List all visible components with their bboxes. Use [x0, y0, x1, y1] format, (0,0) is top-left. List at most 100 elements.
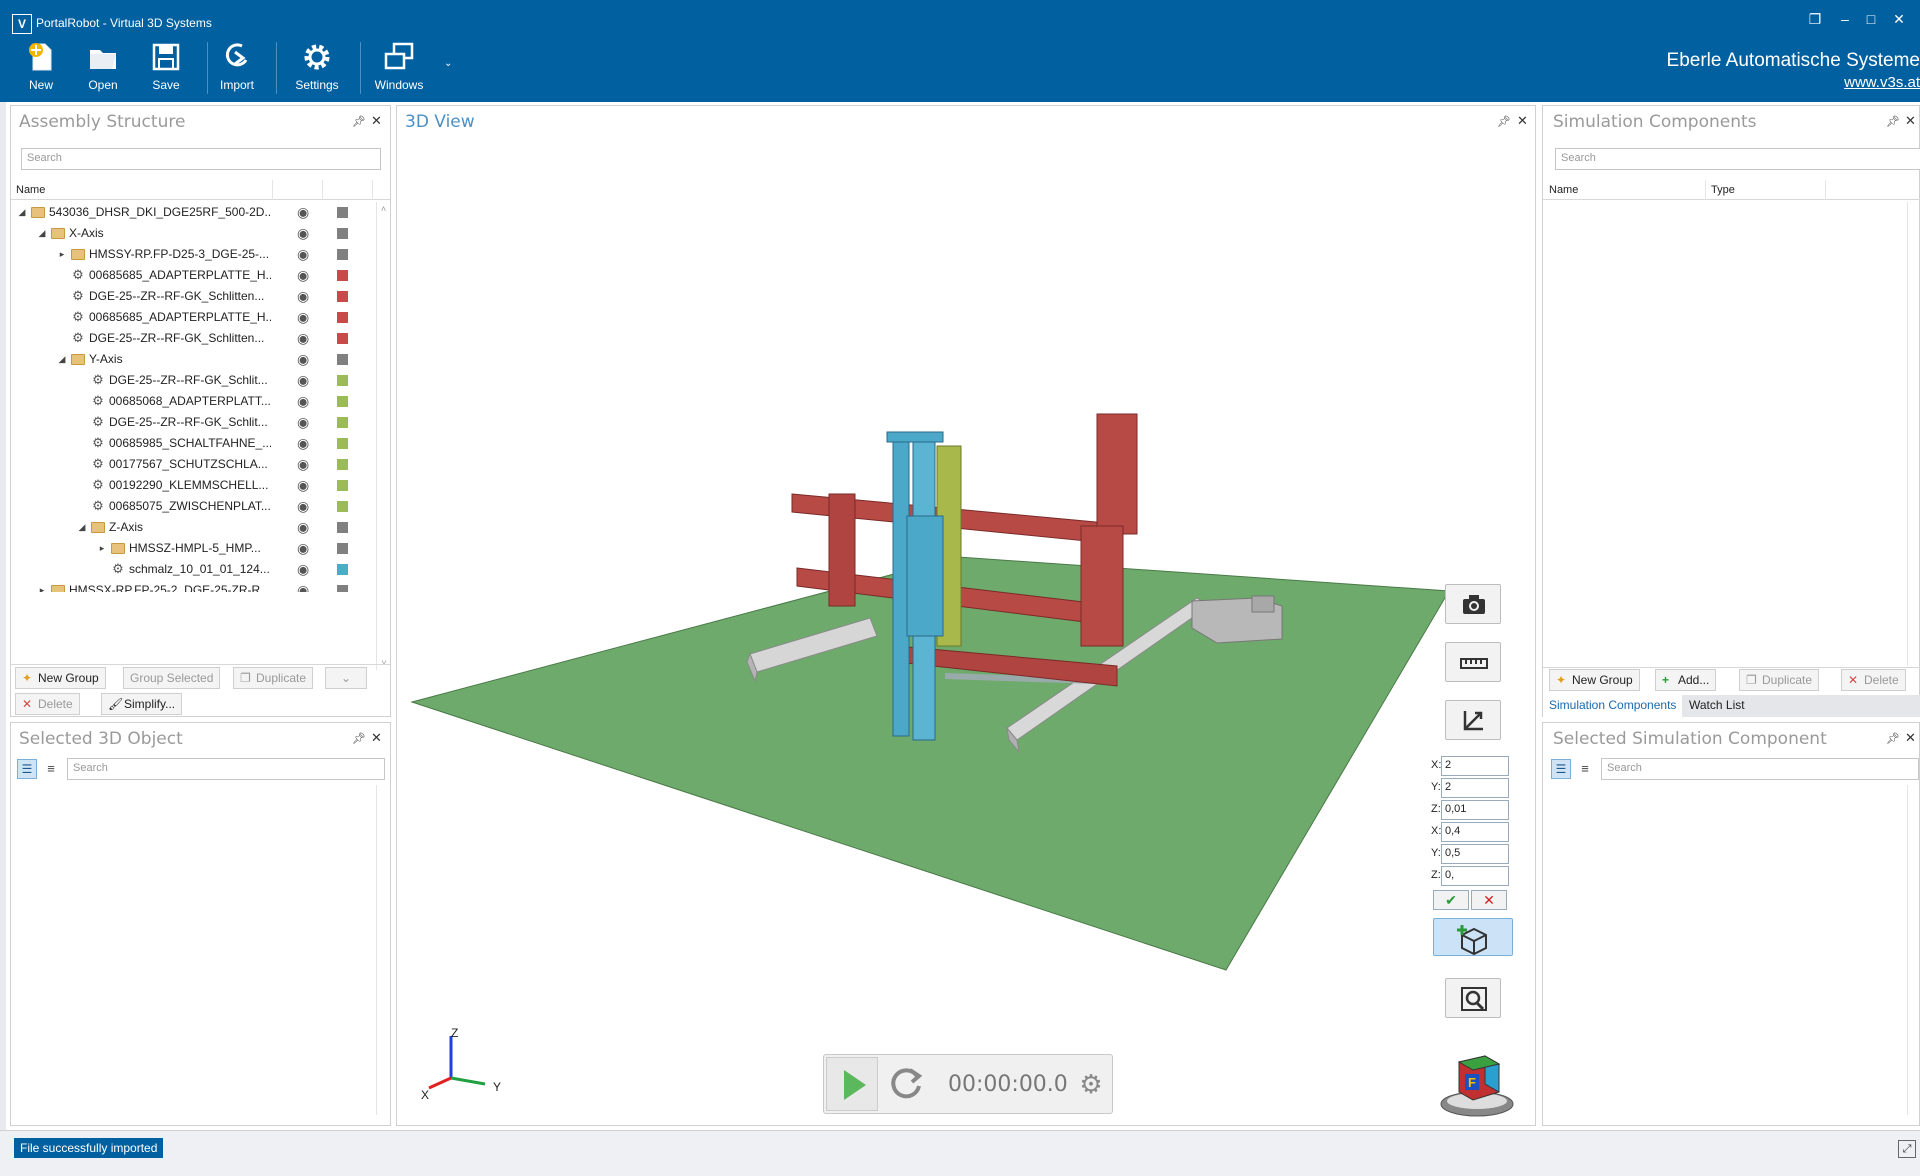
- visibility-eye-icon[interactable]: ◉: [297, 265, 309, 286]
- visibility-eye-icon[interactable]: ◉: [297, 391, 309, 412]
- close-panel-icon[interactable]: ✕: [1905, 113, 1916, 129]
- expand-arrow-icon[interactable]: ▸: [37, 580, 47, 592]
- add-component-button[interactable]: [1433, 918, 1513, 956]
- collapse-arrow-icon[interactable]: ◢: [37, 223, 47, 244]
- pin-icon[interactable]: 📌︎: [352, 115, 366, 128]
- column-header-type[interactable]: Type: [1711, 184, 1735, 196]
- close-panel-icon[interactable]: ✕: [371, 730, 382, 746]
- tree-row[interactable]: ⚙ 00685075_ZWISCHENPLAT... ◉: [11, 496, 381, 517]
- list-view-icon[interactable]: ≡: [1575, 759, 1595, 779]
- visibility-eye-icon[interactable]: ◉: [297, 454, 309, 475]
- tree-row[interactable]: ▸ HMSSX-RP.FP-25-2_DGE-25-ZR-R... ◉: [11, 580, 381, 592]
- color-swatch[interactable]: [337, 522, 348, 533]
- new-group-button[interactable]: ✦ New Group: [1549, 669, 1640, 691]
- visibility-eye-icon[interactable]: ◉: [297, 286, 309, 307]
- categorized-view-icon[interactable]: ☰: [1551, 759, 1571, 779]
- color-swatch[interactable]: [337, 459, 348, 470]
- tree-row[interactable]: ⚙ 00192290_KLEMMSCHELL... ◉: [11, 475, 381, 496]
- tree-row[interactable]: ⚙ DGE-25--ZR--RF-GK_Schlitten... ◉: [11, 328, 381, 349]
- coord-input[interactable]: 0,: [1441, 866, 1509, 886]
- properties-scrollbar[interactable]: [1907, 785, 1920, 1115]
- tree-row[interactable]: ⚙ 00685068_ADAPTERPLATT... ◉: [11, 391, 381, 412]
- tree-scrollbar[interactable]: ˄ ˅: [376, 202, 390, 670]
- assembly-search-input[interactable]: Search: [21, 148, 381, 170]
- tree-row[interactable]: ▸ HMSSZ-HMPL-5_HMP... ◉: [11, 538, 381, 559]
- expand-arrow-icon[interactable]: ▸: [57, 244, 67, 265]
- visibility-eye-icon[interactable]: ◉: [297, 307, 309, 328]
- column-header-name[interactable]: Name: [1549, 184, 1578, 196]
- color-swatch[interactable]: [337, 270, 348, 281]
- more-dropdown[interactable]: ⌄: [325, 667, 367, 689]
- color-swatch[interactable]: [337, 417, 348, 428]
- new-group-button[interactable]: ✦ New Group: [15, 667, 106, 689]
- color-swatch[interactable]: [337, 207, 348, 218]
- cancel-x-icon[interactable]: ✕: [1471, 890, 1507, 910]
- confirm-check-icon[interactable]: ✔: [1433, 890, 1469, 910]
- import-button[interactable]: Import: [202, 40, 272, 98]
- color-swatch[interactable]: [337, 333, 348, 344]
- duplicate-button[interactable]: ❐ Duplicate: [1739, 669, 1820, 691]
- scroll-up-icon[interactable]: ˄: [377, 204, 390, 214]
- visibility-eye-icon[interactable]: ◉: [297, 475, 309, 496]
- simplify-button[interactable]: 🖌︎Simplify...: [101, 693, 183, 715]
- visibility-eye-icon[interactable]: ◉: [297, 538, 309, 559]
- pin-icon[interactable]: 📌︎: [1886, 732, 1900, 745]
- website-link[interactable]: www.v3s.at: [1844, 74, 1920, 91]
- visibility-eye-icon[interactable]: ◉: [297, 580, 309, 592]
- delete-button[interactable]: ✕ Delete: [1841, 669, 1906, 691]
- settings-button[interactable]: Settings: [282, 40, 352, 98]
- play-button[interactable]: [826, 1057, 878, 1111]
- tab-simulation-components[interactable]: Simulation Components: [1543, 695, 1683, 717]
- reset-button[interactable]: [880, 1057, 932, 1111]
- maximize-icon[interactable]: □: [1856, 8, 1886, 30]
- tab-watch-list[interactable]: Watch List: [1683, 695, 1751, 717]
- color-swatch[interactable]: [337, 438, 348, 449]
- windows-button[interactable]: Windows: [364, 40, 434, 98]
- axes-button[interactable]: [1445, 700, 1501, 740]
- screenshot-button[interactable]: [1445, 584, 1501, 624]
- tree-row[interactable]: ⚙ 00177567_SCHUTZSCHLA... ◉: [11, 454, 381, 475]
- restore-icon[interactable]: ❐: [1800, 8, 1830, 30]
- pin-icon[interactable]: 📌︎: [352, 732, 366, 745]
- color-swatch[interactable]: [337, 291, 348, 302]
- tree-row[interactable]: ⚙ 00685685_ADAPTERPLATTE_H... ◉: [11, 307, 381, 328]
- coord-input[interactable]: 0,5: [1441, 844, 1509, 864]
- measure-button[interactable]: [1445, 642, 1501, 682]
- tree-row[interactable]: ⚙ DGE-25--ZR--RF-GK_Schlit... ◉: [11, 412, 381, 433]
- tree-row[interactable]: ◢ X-Axis ◉: [11, 223, 381, 244]
- chevron-down-icon[interactable]: ⌄: [444, 58, 452, 69]
- zoom-fit-button[interactable]: [1445, 978, 1501, 1018]
- simulation-search-input[interactable]: Search: [1555, 148, 1920, 170]
- selected-sim-search-input[interactable]: Search: [1601, 758, 1919, 780]
- close-icon[interactable]: ✕: [1884, 8, 1914, 30]
- delete-button[interactable]: ✕ Delete: [15, 693, 80, 715]
- color-swatch[interactable]: [337, 396, 348, 407]
- properties-scrollbar[interactable]: [376, 785, 390, 1115]
- new-button[interactable]: New: [6, 40, 76, 98]
- color-swatch[interactable]: [337, 228, 348, 239]
- group-selected-button[interactable]: Group Selected: [123, 667, 221, 689]
- gear-icon[interactable]: ⚙: [1076, 1069, 1106, 1099]
- visibility-eye-icon[interactable]: ◉: [297, 433, 309, 454]
- open-button[interactable]: Open: [68, 40, 138, 98]
- tree-row[interactable]: ⚙ DGE-25--ZR--RF-GK_Schlit... ◉: [11, 370, 381, 391]
- tree-row[interactable]: ◢ Y-Axis ◉: [11, 349, 381, 370]
- add-button[interactable]: + Add...: [1655, 669, 1717, 691]
- color-swatch[interactable]: [337, 249, 348, 260]
- visibility-eye-icon[interactable]: ◉: [297, 496, 309, 517]
- collapse-arrow-icon[interactable]: ◢: [77, 517, 87, 538]
- visibility-eye-icon[interactable]: ◉: [297, 412, 309, 433]
- visibility-eye-icon[interactable]: ◉: [297, 223, 309, 244]
- list-view-icon[interactable]: ≡: [41, 759, 61, 779]
- color-swatch[interactable]: [337, 543, 348, 554]
- save-button[interactable]: Save: [131, 40, 201, 98]
- coord-input[interactable]: 2: [1441, 778, 1509, 798]
- color-swatch[interactable]: [337, 501, 348, 512]
- visibility-eye-icon[interactable]: ◉: [297, 328, 309, 349]
- color-swatch[interactable]: [337, 585, 348, 592]
- close-panel-icon[interactable]: ✕: [371, 113, 382, 129]
- tree-row[interactable]: ⚙ schmalz_10_01_01_124... ◉: [11, 559, 381, 580]
- tree-row[interactable]: ⚙ DGE-25--ZR--RF-GK_Schlitten... ◉: [11, 286, 381, 307]
- visibility-eye-icon[interactable]: ◉: [297, 517, 309, 538]
- color-swatch[interactable]: [337, 480, 348, 491]
